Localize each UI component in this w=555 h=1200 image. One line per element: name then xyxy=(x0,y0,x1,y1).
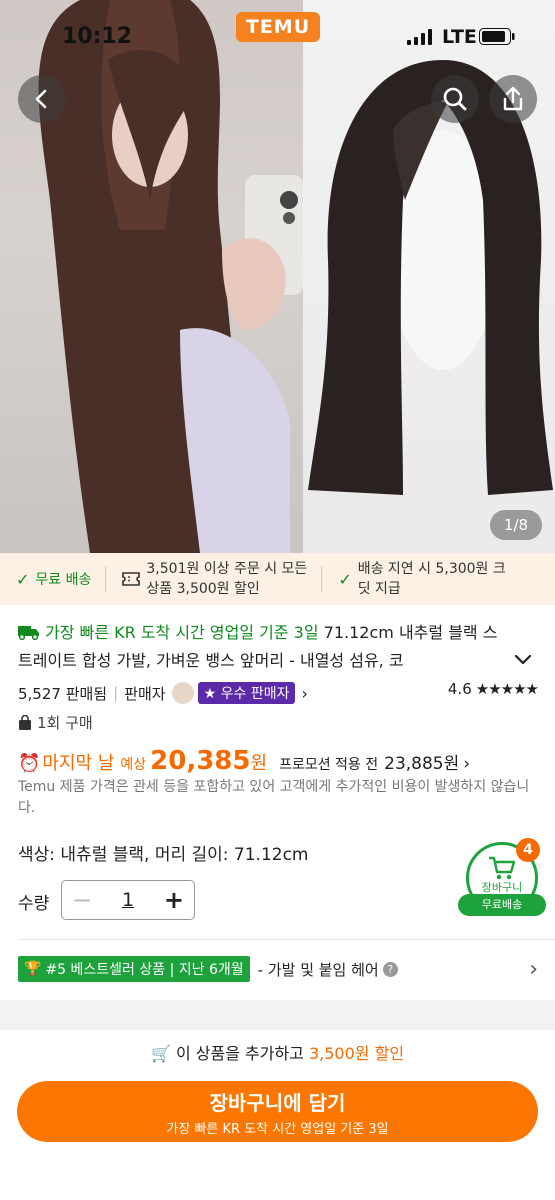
add-discount-hint: 🛒 이 상품을 추가하고 3,500원 할인 xyxy=(0,1040,555,1064)
coupon-line1: 3,501원 이상 주문 시 모든 xyxy=(146,561,308,577)
last-day-label: 마지막 날 xyxy=(42,753,115,774)
add-to-cart-label: 장바구니에 담기 xyxy=(209,1091,346,1115)
share-button[interactable] xyxy=(489,75,537,123)
sold-count: 5,527 판매됨 xyxy=(18,684,108,703)
add-to-cart-subtext: 가장 빠른 KR 도착 시간 영업일 기준 3일 xyxy=(166,1122,389,1137)
alarm-icon: ⏰ xyxy=(18,753,41,774)
coupon-promo[interactable]: 3,501원 이상 주문 시 모든 상품 3,500원 할인 xyxy=(106,559,307,599)
purchase-count: 1회 구매 xyxy=(18,712,93,733)
bag-icon xyxy=(19,714,31,730)
tax-notice: Temu 제품 가격은 관세 등을 포함하고 있어 고객에게 추가적인 비용이 … xyxy=(18,779,530,816)
search-button[interactable] xyxy=(431,75,479,123)
hint-prefix: 이 상품을 추가하고 xyxy=(175,1044,304,1063)
divider xyxy=(18,939,555,940)
trophy-icon: 🏆 xyxy=(24,961,42,977)
cart-icon xyxy=(489,856,516,880)
bestseller-category: - 가발 및 붙임 헤어 xyxy=(257,960,379,979)
bottom-action-bar: 🛒 이 상품을 추가하고 3,500원 할인 장바구니에 담기 가장 빠른 KR… xyxy=(0,1030,555,1200)
gallery-counter: 1/8 xyxy=(490,510,542,540)
purchase-count-text: 1회 구매 xyxy=(37,714,93,732)
status-bar: 10:12 TEMU LTE xyxy=(0,0,555,70)
back-button[interactable] xyxy=(18,75,66,123)
search-icon xyxy=(443,87,467,111)
quantity-value[interactable]: 1 xyxy=(122,889,134,911)
coupon-icon xyxy=(122,572,141,586)
chevron-right-icon[interactable]: › xyxy=(529,957,538,982)
top-seller-badge[interactable]: ★ 우수 판매자 xyxy=(197,682,296,704)
original-price: 23,885원 xyxy=(384,754,460,774)
chevron-right-icon[interactable]: › xyxy=(463,754,470,774)
signal-icon xyxy=(407,29,432,45)
rating-value: 4.6 xyxy=(447,680,472,698)
seller-label: 판매자 xyxy=(124,684,166,703)
promo-strip[interactable]: ✓ 무료 배송 3,501원 이상 주문 시 모든 상품 3,500원 할인 ✓… xyxy=(0,553,555,605)
help-icon[interactable]: ? xyxy=(382,961,398,977)
check-icon: ✓ xyxy=(338,569,352,589)
share-icon xyxy=(503,86,523,111)
check-icon: ✓ xyxy=(16,569,30,589)
bestseller-badge-text: #5 베스트셀러 상품 | 지난 6개월 xyxy=(45,962,244,978)
cart-count-badge: 4 xyxy=(516,838,540,862)
product-title[interactable]: 가장 빠른 KR 도착 시간 영업일 기준 3일 71.12cm 내추럴 블랙 … xyxy=(18,619,508,675)
stats-divider: | xyxy=(113,684,119,702)
free-shipping-promo[interactable]: ✓ 무료 배송 xyxy=(0,569,91,589)
section-divider xyxy=(0,1000,555,1030)
seller-avatar[interactable] xyxy=(171,682,194,704)
price-currency: 원 xyxy=(250,753,268,774)
rating[interactable]: 4.6 ★★★★★ xyxy=(447,680,539,698)
price-row[interactable]: ⏰ 마지막 날 예상 20,385 원 프로모션 적용 전 23,885원 › xyxy=(18,746,548,778)
quantity-stepper[interactable]: − 1 + xyxy=(61,880,195,920)
promo-before-label: 프로모션 적용 전 xyxy=(279,757,379,773)
cart-free-shipping: 무료배송 xyxy=(458,894,546,916)
bestseller-badge: 🏆 #5 베스트셀러 상품 | 지난 6개월 xyxy=(18,956,250,982)
current-price: 20,385 xyxy=(150,746,251,776)
product-page: 10:12 TEMU LTE 1/8 ✓ 무료 배송 3,501원 이상 주문 … xyxy=(0,0,555,1200)
star-rating-icon: ★★★★★ xyxy=(475,680,539,698)
network-type: LTE xyxy=(442,26,477,48)
chevron-right-icon[interactable]: › xyxy=(301,684,307,703)
estimated-label: 예상 xyxy=(120,757,147,773)
chevron-down-icon[interactable] xyxy=(512,648,534,670)
chevron-left-icon xyxy=(35,89,47,109)
hint-amount: 3,500원 할인 xyxy=(308,1044,405,1063)
quantity-label: 수량 xyxy=(18,894,50,914)
decrease-button[interactable]: − xyxy=(72,888,92,912)
increase-button[interactable]: + xyxy=(164,888,184,912)
delay-credit-promo[interactable]: ✓ 배송 지연 시 5,300원 크 딧 지급 xyxy=(322,559,505,599)
add-to-cart-button[interactable]: 장바구니에 담기 가장 빠른 KR 도착 시간 영업일 기준 3일 xyxy=(17,1081,538,1142)
coupon-line2: 상품 3,500원 할인 xyxy=(146,581,260,597)
cart-label: 장바구니 xyxy=(481,881,523,894)
free-shipping-label: 무료 배송 xyxy=(35,572,92,588)
delay-line1: 배송 지연 시 5,300원 크 xyxy=(357,561,506,577)
status-time: 10:12 xyxy=(62,24,133,49)
top-seller-label: 우수 판매자 xyxy=(220,686,290,702)
cart-icon: 🛒 xyxy=(150,1044,171,1063)
delay-line2: 딧 지급 xyxy=(357,581,401,597)
temu-logo: TEMU xyxy=(236,12,320,42)
delivery-highlight: 가장 빠른 KR 도착 시간 영업일 기준 3일 xyxy=(45,623,319,642)
truck-icon xyxy=(18,626,39,641)
selected-spec[interactable]: 색상: 내츄럴 블랙, 머리 길이: 71.12cm xyxy=(18,840,309,865)
bestseller-row[interactable]: 🏆 #5 베스트셀러 상품 | 지난 6개월 - 가발 및 붙임 헤어 ? › xyxy=(18,954,538,984)
product-stats: 5,527 판매됨 | 판매자 ★ 우수 판매자 › 4.6 ★★★★★ xyxy=(18,680,539,706)
battery-icon xyxy=(479,28,515,45)
